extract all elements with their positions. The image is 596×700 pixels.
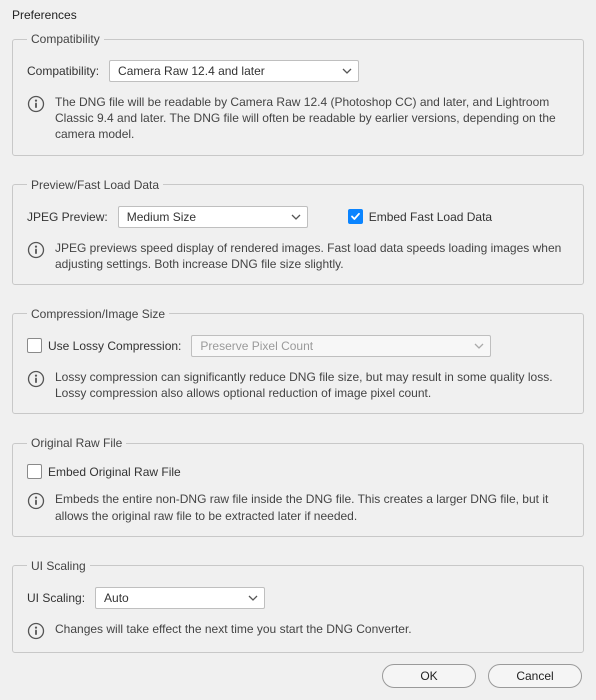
- info-icon: [27, 492, 45, 510]
- use-lossy-compression-checkbox[interactable]: Use Lossy Compression:: [27, 338, 181, 353]
- chevron-down-icon: [248, 595, 258, 601]
- chevron-down-icon: [474, 343, 484, 349]
- info-icon: [27, 95, 45, 113]
- ui-scaling-info: Changes will take effect the next time y…: [55, 621, 412, 637]
- embed-original-raw-label: Embed Original Raw File: [48, 465, 181, 479]
- preview-info: JPEG previews speed display of rendered …: [55, 240, 569, 272]
- chevron-down-icon: [291, 214, 301, 220]
- group-ui-scaling: UI Scaling UI Scaling: Auto Changes will…: [12, 559, 584, 653]
- use-lossy-compression-label: Use Lossy Compression:: [48, 339, 181, 353]
- original-info: Embeds the entire non-DNG raw file insid…: [55, 491, 569, 523]
- compatibility-select-value: Camera Raw 12.4 and later: [118, 64, 265, 78]
- checkbox-icon: [27, 464, 42, 479]
- info-icon: [27, 241, 45, 259]
- lossy-mode-select-value: Preserve Pixel Count: [200, 339, 313, 353]
- group-preview: Preview/Fast Load Data JPEG Preview: Med…: [12, 178, 584, 285]
- ui-scaling-label: UI Scaling:: [27, 591, 85, 605]
- ok-button[interactable]: OK: [382, 664, 476, 688]
- chevron-down-icon: [342, 68, 352, 74]
- jpeg-preview-label: JPEG Preview:: [27, 210, 108, 224]
- group-ui-scaling-legend: UI Scaling: [27, 559, 90, 573]
- ui-scaling-select[interactable]: Auto: [95, 587, 265, 609]
- checkbox-icon: [27, 338, 42, 353]
- button-bar: OK Cancel: [12, 664, 584, 688]
- cancel-button[interactable]: Cancel: [488, 664, 582, 688]
- compatibility-label: Compatibility:: [27, 64, 99, 78]
- dialog-content: Compatibility Compatibility: Camera Raw …: [12, 32, 584, 658]
- group-original-legend: Original Raw File: [27, 436, 126, 450]
- group-original: Original Raw File Embed Original Raw Fil…: [12, 436, 584, 536]
- compatibility-select[interactable]: Camera Raw 12.4 and later: [109, 60, 359, 82]
- group-preview-legend: Preview/Fast Load Data: [27, 178, 163, 192]
- info-icon: [27, 370, 45, 388]
- group-compatibility-legend: Compatibility: [27, 32, 104, 46]
- lossy-mode-select: Preserve Pixel Count: [191, 335, 491, 357]
- embed-original-raw-checkbox[interactable]: Embed Original Raw File: [27, 464, 181, 479]
- embed-fast-load-checkbox[interactable]: Embed Fast Load Data: [348, 209, 492, 224]
- checkbox-icon: [348, 209, 363, 224]
- compression-info: Lossy compression can significantly redu…: [55, 369, 569, 401]
- jpeg-preview-select-value: Medium Size: [127, 210, 196, 224]
- ui-scaling-select-value: Auto: [104, 591, 129, 605]
- preferences-dialog: Preferences Compatibility Compatibility:…: [0, 0, 596, 700]
- dialog-title: Preferences: [12, 8, 584, 22]
- group-compatibility: Compatibility Compatibility: Camera Raw …: [12, 32, 584, 156]
- group-compression-legend: Compression/Image Size: [27, 307, 169, 321]
- group-compression: Compression/Image Size Use Lossy Compres…: [12, 307, 584, 414]
- jpeg-preview-select[interactable]: Medium Size: [118, 206, 308, 228]
- compatibility-info: The DNG file will be readable by Camera …: [55, 94, 569, 143]
- embed-fast-load-label: Embed Fast Load Data: [369, 210, 492, 224]
- info-icon: [27, 622, 45, 640]
